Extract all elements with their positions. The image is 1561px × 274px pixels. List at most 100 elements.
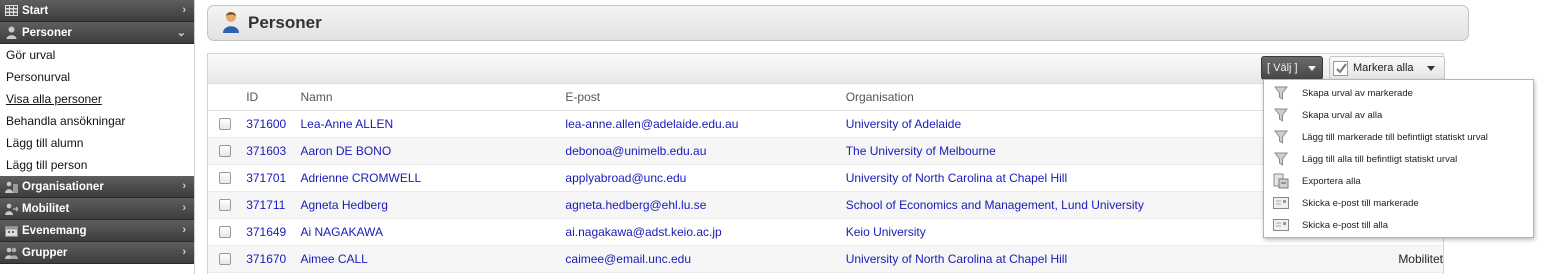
menu-item-skapa-urval-markerade[interactable]: Skapa urval av markerade (1264, 82, 1533, 104)
menu-item-skicka-epost-alla[interactable]: Skicka e-post till alla (1264, 214, 1533, 236)
column-header-email[interactable]: E-post (565, 84, 846, 111)
row-checkbox[interactable] (219, 252, 231, 265)
row-name-link[interactable]: Adrienne CROMWELL (300, 164, 566, 192)
group-icon (4, 246, 18, 260)
sidebar-section-label: Evenemang (22, 224, 87, 237)
row-email-link[interactable]: agneta.hedberg@ehl.lu.se (565, 191, 846, 219)
row-id-link[interactable]: 371649 (246, 218, 301, 246)
column-header-organisation[interactable]: Organisation (845, 84, 1309, 111)
sidebar-section-organisationer[interactable]: Organisationer › (0, 176, 194, 198)
menu-item-exportera-alla[interactable]: Exportera alla (1264, 170, 1533, 192)
markera-alla-label: Markera alla (1353, 62, 1414, 74)
row-email-link[interactable]: lea-anne.allen@adelaide.edu.au (565, 110, 846, 138)
valj-label: [ Välj ] (1267, 62, 1298, 74)
chevron-right-icon: › (182, 4, 186, 16)
valj-dropdown-button[interactable]: [ Välj ] (1261, 56, 1323, 80)
event-icon (4, 224, 18, 238)
sidebar-section-personer[interactable]: Personer ⌄ (0, 22, 194, 44)
sidebar-section-label: Personer (22, 26, 72, 39)
menu-item-label: Exportera alla (1302, 175, 1361, 187)
menu-item-skicka-epost-markerade[interactable]: Skicka e-post till markerade (1264, 192, 1533, 214)
page-header: Personer (207, 5, 1469, 41)
persons-panel: [ Välj ] Markera alla ID Namn E-post Org… (207, 53, 1445, 274)
row-checkbox[interactable] (219, 198, 231, 211)
row-name-link[interactable]: Lea-Anne ALLEN (300, 110, 566, 138)
sidebar-item-personurval[interactable]: Personurval (0, 66, 194, 88)
column-header-id[interactable]: ID (246, 84, 301, 111)
envelope-icon (1270, 194, 1292, 212)
row-checkbox[interactable] (219, 144, 231, 157)
chevron-right-icon: › (182, 202, 186, 214)
person-icon (222, 11, 240, 36)
sidebar-item-visa-alla-personer[interactable]: Visa alla personer (0, 88, 194, 110)
sidebar-section-evenemang[interactable]: Evenemang › (0, 220, 194, 242)
table-row: 371600 Lea-Anne ALLEN lea-anne.allen@ade… (208, 110, 1443, 138)
caret-down-icon (1308, 66, 1316, 71)
row-extra: Mobilitet (1308, 245, 1443, 273)
column-header-select (208, 84, 247, 111)
grid-icon (4, 4, 18, 18)
chevron-right-icon: › (182, 246, 186, 258)
menu-item-lagg-till-alla-statiskt[interactable]: Lägg till alla till befintligt statiskt … (1264, 148, 1533, 170)
row-checkbox-cell (208, 218, 247, 246)
chevron-right-icon: › (182, 180, 186, 192)
sidebar-section-start[interactable]: Start › (0, 0, 194, 22)
row-org-link[interactable]: School of Economics and Management, Lund… (845, 191, 1309, 219)
row-org-link[interactable]: The University of Melbourne (845, 137, 1309, 165)
row-checkbox[interactable] (219, 171, 231, 184)
sidebar-section-mobilitet[interactable]: Mobilitet › (0, 198, 194, 220)
row-id-link[interactable]: 371600 (246, 110, 301, 138)
table-row: 371649 Ai NAGAKAWA ai.nagakawa@adst.keio… (208, 218, 1443, 246)
row-id-link[interactable]: 371711 (246, 191, 301, 219)
row-org-link[interactable]: University of North Carolina at Chapel H… (845, 245, 1309, 273)
sidebar-section-grupper[interactable]: Grupper › (0, 242, 194, 264)
row-checkbox[interactable] (219, 225, 231, 238)
filter-icon (1270, 106, 1292, 124)
row-checkbox-cell (208, 164, 247, 192)
row-id-link[interactable]: 371670 (246, 245, 301, 273)
row-org-link[interactable]: Keio University (845, 218, 1309, 246)
row-email-link[interactable]: debonoa@unimelb.edu.au (565, 137, 846, 165)
sidebar-item-lagg-till-alumn[interactable]: Lägg till alumn (0, 132, 194, 154)
sidebar-section-label: Start (22, 4, 49, 17)
sidebar-item-gor-urval[interactable]: Gör urval (0, 44, 194, 66)
sidebar-section-label: Grupper (22, 246, 68, 259)
envelope-icon (1270, 216, 1292, 234)
row-org-link[interactable]: University of Adelaide (845, 110, 1309, 138)
menu-item-label: Lägg till markerade till befintligt stat… (1302, 131, 1488, 143)
filter-icon (1270, 84, 1292, 102)
menu-item-label: Skapa urval av alla (1302, 109, 1383, 121)
checkbox-checked-icon[interactable] (1333, 60, 1348, 76)
sidebar: Start › Personer ⌄ Gör urval Personurval… (0, 0, 195, 274)
mobility-icon (4, 202, 18, 216)
table-row: 371603 Aaron DE BONO debonoa@unimelb.edu… (208, 137, 1443, 165)
row-checkbox[interactable] (219, 117, 231, 130)
row-name-link[interactable]: Aaron DE BONO (300, 137, 566, 165)
page-title: Personer (248, 13, 322, 32)
row-email-link[interactable]: ai.nagakawa@adst.keio.ac.jp (565, 218, 846, 246)
menu-item-skapa-urval-alla[interactable]: Skapa urval av alla (1264, 104, 1533, 126)
sidebar-item-behandla-ansokningar[interactable]: Behandla ansökningar (0, 110, 194, 132)
person-icon (4, 26, 18, 40)
menu-item-label: Skapa urval av markerade (1302, 87, 1413, 99)
row-name-link[interactable]: Ai NAGAKAWA (300, 218, 566, 246)
row-checkbox-cell (208, 191, 247, 219)
menu-item-label: Skicka e-post till alla (1302, 219, 1389, 231)
markera-alla-button[interactable]: Markera alla (1329, 56, 1445, 80)
chevron-down-icon: ⌄ (176, 27, 186, 39)
persons-table: ID Namn E-post Organisation 371600 Lea-A… (208, 84, 1443, 273)
row-id-link[interactable]: 371701 (246, 164, 301, 192)
row-email-link[interactable]: applyabroad@unc.edu (565, 164, 846, 192)
row-id-link[interactable]: 371603 (246, 137, 301, 165)
row-org-link[interactable]: University of North Carolina at Chapel H… (845, 164, 1309, 192)
row-email-link[interactable]: caimee@email.unc.edu (565, 245, 846, 273)
table-header-row: ID Namn E-post Organisation (208, 84, 1443, 111)
sidebar-item-lagg-till-person[interactable]: Lägg till person (0, 154, 194, 176)
row-name-link[interactable]: Aimee CALL (300, 245, 566, 273)
table-row: 371711 Agneta Hedberg agneta.hedberg@ehl… (208, 191, 1443, 219)
column-header-name[interactable]: Namn (300, 84, 566, 111)
row-name-link[interactable]: Agneta Hedberg (300, 191, 566, 219)
table-row: 371701 Adrienne CROMWELL applyabroad@unc… (208, 164, 1443, 192)
row-checkbox-cell (208, 137, 247, 165)
menu-item-lagg-till-markerade-statiskt[interactable]: Lägg till markerade till befintligt stat… (1264, 126, 1533, 148)
